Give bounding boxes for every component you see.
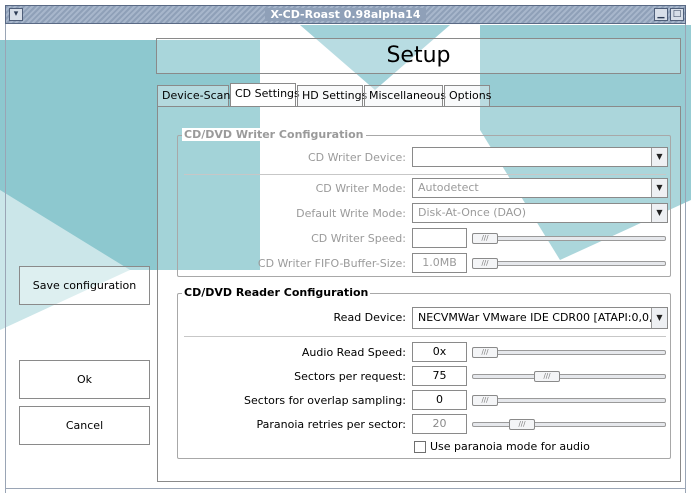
paranoia-mode-label: Use paranoia mode for audio bbox=[430, 440, 590, 453]
read-device-value: NECVMWar VMware IDE CDR00 [ATAPI:0,0,0] bbox=[418, 311, 664, 324]
fifo-buffer-label: CD Writer FIFO-Buffer-Size: bbox=[257, 257, 406, 270]
sectors-per-request-slider[interactable]: /// bbox=[472, 371, 666, 382]
reader-config-title: CD/DVD Reader Configuration bbox=[182, 286, 371, 299]
writer-config-title: CD/DVD Writer Configuration bbox=[182, 128, 366, 141]
maximize-icon[interactable]: □ bbox=[670, 8, 684, 21]
read-device-label: Read Device: bbox=[333, 311, 406, 324]
chevron-down-icon: ▼ bbox=[651, 179, 667, 197]
read-device-select[interactable]: NECVMWar VMware IDE CDR00 [ATAPI:0,0,0] … bbox=[412, 307, 668, 329]
overlap-sampling-slider[interactable]: /// bbox=[472, 395, 666, 406]
window-titlebar[interactable]: ▾ X-CD-Roast 0.98alpha14 ▁ □ bbox=[5, 5, 686, 24]
fifo-buffer-field[interactable]: 1.0MB bbox=[412, 253, 467, 273]
divider bbox=[184, 336, 666, 337]
slider-thumb[interactable]: /// bbox=[534, 371, 560, 382]
chevron-down-icon: ▼ bbox=[651, 308, 667, 328]
tab-device-scan[interactable]: Device-Scan bbox=[157, 85, 230, 107]
slider-thumb[interactable]: /// bbox=[472, 233, 498, 244]
cd-settings-panel: CD/DVD Writer Configuration CD Writer De… bbox=[157, 106, 681, 482]
writer-speed-label: CD Writer Speed: bbox=[311, 232, 406, 245]
fifo-buffer-slider[interactable]: /// bbox=[472, 258, 666, 269]
window-title: X-CD-Roast 0.98alpha14 bbox=[264, 8, 427, 21]
slider-thumb[interactable]: /// bbox=[509, 419, 535, 430]
tab-options[interactable]: Options bbox=[444, 85, 491, 107]
writer-mode-select[interactable]: Autodetect ▼ bbox=[412, 178, 668, 198]
slider-thumb[interactable]: /// bbox=[472, 347, 498, 358]
sectors-per-request-label: Sectors per request: bbox=[294, 370, 406, 383]
tab-cd-settings[interactable]: CD Settings bbox=[230, 83, 300, 107]
chevron-down-icon: ▼ bbox=[651, 148, 667, 166]
save-configuration-button[interactable]: Save configuration bbox=[19, 266, 150, 305]
paranoia-retries-field[interactable]: 20 bbox=[412, 414, 467, 434]
audio-read-speed-field[interactable]: 0x bbox=[412, 342, 467, 362]
audio-read-speed-slider[interactable]: /// bbox=[472, 347, 666, 358]
window-bottom-edge bbox=[5, 488, 686, 489]
writer-mode-label: CD Writer Mode: bbox=[315, 182, 406, 195]
page-title: Setup bbox=[156, 38, 681, 74]
default-write-mode-select[interactable]: Disk-At-Once (DAO) ▼ bbox=[412, 203, 668, 223]
writer-config-group: CD/DVD Writer Configuration CD Writer De… bbox=[177, 128, 671, 277]
audio-read-speed-label: Audio Read Speed: bbox=[301, 346, 406, 359]
cancel-button[interactable]: Cancel bbox=[19, 406, 150, 445]
reader-config-group: CD/DVD Reader Configuration Read Device:… bbox=[177, 286, 671, 459]
tab-miscellaneous[interactable]: Miscellaneous bbox=[364, 85, 446, 107]
paranoia-retries-label: Paranoia retries per sector: bbox=[256, 418, 406, 431]
slider-thumb[interactable]: /// bbox=[472, 258, 498, 269]
writer-speed-slider[interactable]: /// bbox=[472, 233, 666, 244]
paranoia-retries-slider[interactable]: /// bbox=[472, 419, 666, 430]
sectors-per-request-field[interactable]: 75 bbox=[412, 366, 467, 386]
paranoia-mode-checkbox[interactable] bbox=[414, 441, 426, 453]
tab-hd-settings[interactable]: HD Settings bbox=[297, 85, 367, 107]
writer-speed-field[interactable] bbox=[412, 228, 467, 248]
overlap-sampling-label: Sectors for overlap sampling: bbox=[244, 394, 406, 407]
divider bbox=[184, 174, 666, 175]
writer-device-label: CD Writer Device: bbox=[307, 151, 406, 164]
chevron-down-icon: ▼ bbox=[651, 204, 667, 222]
writer-device-select[interactable]: ▼ bbox=[412, 147, 668, 167]
writer-mode-value: Autodetect bbox=[418, 181, 479, 194]
slider-thumb[interactable]: /// bbox=[472, 395, 498, 406]
minimize-icon[interactable]: ▁ bbox=[654, 8, 668, 21]
overlap-sampling-field[interactable]: 0 bbox=[412, 390, 467, 410]
ok-button[interactable]: Ok bbox=[19, 360, 150, 399]
default-write-mode-value: Disk-At-Once (DAO) bbox=[418, 206, 527, 219]
default-write-mode-label: Default Write Mode: bbox=[296, 207, 406, 220]
